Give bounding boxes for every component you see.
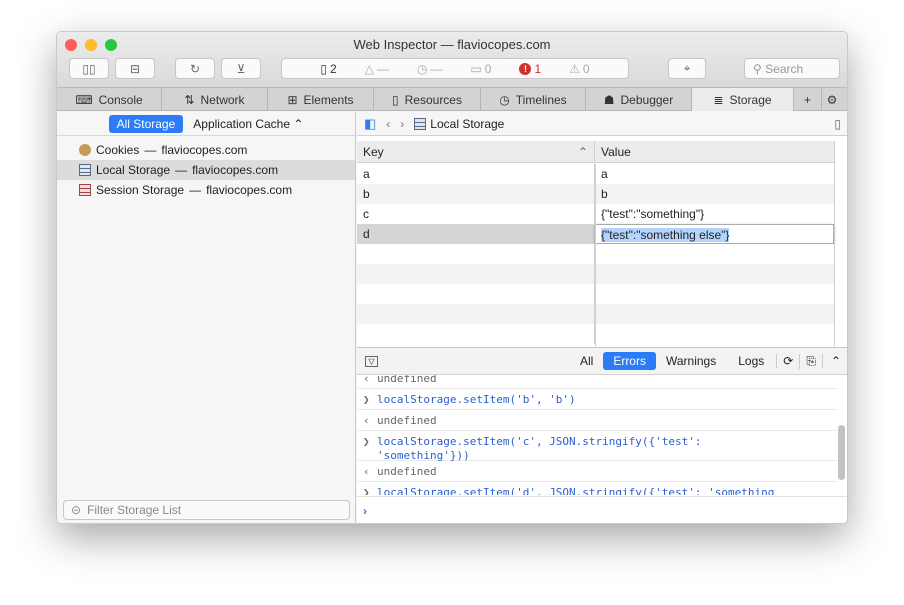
tab-timelines[interactable]: ◷ Timelines — [481, 88, 586, 111]
tab-console[interactable]: ⌨ Console — [57, 88, 162, 111]
tab-network[interactable]: ⇅ Network — [162, 88, 268, 111]
row-key: c — [357, 204, 595, 224]
sidebar-item-local-storage[interactable]: Local Storage — flaviocopes.com — [57, 160, 355, 180]
row-key: a — [357, 164, 595, 184]
storage-sidebar: All Storage Application Cache ⌃ Cookies … — [57, 112, 356, 523]
row-value: a — [601, 167, 608, 181]
sidebar-item-cookies[interactable]: Cookies — flaviocopes.com — [57, 140, 355, 160]
dock-bottom-icon: ⊟ — [129, 61, 141, 76]
elements-icon: ⊞ — [287, 92, 298, 107]
tab-bar: ⌨ Console ⇅ Network ⊞ Elements ▯ Resources ◷… — [57, 88, 847, 111]
reload-icon: ↻ — [189, 61, 201, 76]
settings-button[interactable]: ⚙ — [822, 88, 842, 111]
storage-icon: ≣ — [713, 92, 724, 107]
prompt-chevron-icon: ❯ — [363, 435, 370, 448]
collapse-console-icon[interactable]: ▽ — [365, 355, 378, 367]
tab-debugger[interactable]: ☗ Debugger — [586, 88, 692, 111]
error-icon: ! — [519, 62, 532, 75]
filter-logs-button[interactable]: Logs — [738, 354, 764, 368]
row-value: b — [601, 187, 608, 201]
debugger-icon: ☗ — [603, 92, 615, 107]
console-result-line: ‹ undefined — [357, 410, 837, 431]
cookie-icon — [79, 144, 91, 156]
console-filter-bar: ▽ All Errors Warnings Logs ⟳ ⎘ ⌃ — [357, 347, 847, 375]
web-inspector-window: Web Inspector — flaviocopes.com ▯▯ ⊟ ↻ ⊻… — [56, 31, 848, 524]
tab-elements[interactable]: ⊞ Elements — [268, 88, 374, 111]
plus-icon: + — [803, 92, 811, 107]
forward-icon[interactable]: › — [400, 117, 404, 131]
table-icon — [79, 164, 91, 176]
result-arrow-icon: ‹ — [363, 414, 370, 427]
breadcrumb[interactable]: Local Storage — [430, 117, 504, 131]
result-arrow-icon: ‹ — [363, 465, 370, 478]
chevron-updown-icon: ⌃ — [293, 116, 304, 131]
row-value: {"test":"something"} — [601, 207, 705, 221]
storage-content: ◧ ‹ › Local Storage ▯ Key ⌃ Value a a b b c {"… — [357, 112, 847, 523]
filter-errors-button[interactable]: Errors — [603, 352, 656, 370]
row-value-editor[interactable]: {"test":"something else"} — [595, 224, 834, 244]
log-icon: ▭ — [470, 61, 482, 76]
inspect-element-button[interactable]: ⌖ — [668, 58, 706, 79]
console-scrollbar[interactable] — [838, 425, 845, 480]
prompt-chevron-icon: ❯ — [363, 486, 370, 495]
title-bar: Web Inspector — flaviocopes.com ▯▯ ⊟ ↻ ⊻… — [57, 32, 847, 88]
download-icon: ⊻ — [236, 61, 246, 76]
value-column-header[interactable]: Value — [595, 141, 631, 162]
document-icon: ▯ — [320, 61, 328, 76]
tab-resources[interactable]: ▯ Resources — [374, 88, 481, 111]
filter-storage-input[interactable]: ⊝ Filter Storage List — [63, 500, 350, 520]
filter-all-button[interactable]: All — [580, 354, 593, 368]
dock-side-button[interactable]: ▯▯ — [69, 58, 109, 79]
key-column-header[interactable]: Key ⌃ — [357, 141, 595, 163]
console-input-line: ❯ localStorage.setItem('b', 'b') — [357, 389, 837, 410]
result-arrow-icon: ‹ — [363, 375, 370, 385]
filter-icon: ⊝ — [71, 503, 82, 517]
weight-icon: △ — [364, 61, 374, 76]
table-icon — [79, 184, 91, 196]
activity-dashboard[interactable]: ▯ 2 △ — ◷ — ▭ 0 ! 1 ⚠ 0 — [281, 58, 629, 79]
console-result-line: ‹ undefined — [357, 375, 837, 389]
reload-button[interactable]: ↻ — [175, 58, 215, 79]
network-icon: ⇅ — [184, 92, 195, 107]
console-input-line: ❯ localStorage.setItem('c', JSON.stringif… — [357, 431, 837, 462]
search-icon: ⚲ — [753, 61, 762, 76]
preserve-log-icon[interactable]: ⎘ — [799, 353, 822, 369]
download-button[interactable]: ⊻ — [221, 58, 261, 79]
row-key: d — [357, 224, 595, 244]
warning-icon: ⚠ — [569, 61, 580, 76]
tab-storage[interactable]: ≣ Storage — [692, 88, 794, 111]
expand-console-icon[interactable]: ⌃ — [821, 354, 847, 368]
table-icon — [414, 117, 427, 130]
console-prompt-input[interactable]: › — [357, 496, 847, 523]
crosshair-icon: ⌖ — [683, 61, 691, 75]
console-icon: ⌨ — [75, 92, 93, 107]
dock-bottom-button[interactable]: ⊟ — [115, 58, 155, 79]
timelines-icon: ◷ — [499, 92, 510, 107]
clock-icon: ◷ — [416, 61, 428, 76]
application-cache-button[interactable]: Application Cache ⌃ — [193, 117, 303, 131]
search-input[interactable]: ⚲ Search — [744, 58, 840, 79]
clear-log-icon[interactable]: ⟳ — [776, 354, 799, 368]
table-header: Key ⌃ Value — [357, 141, 834, 163]
sort-ascending-icon: ⌃ — [577, 145, 588, 159]
resources-icon: ▯ — [392, 92, 399, 107]
console-log: ‹ undefined ❯ localStorage.setItem('b', 'b'… — [357, 375, 847, 495]
new-tab-button[interactable]: + — [794, 88, 822, 111]
console-input-line: ❯ localStorage.setItem('d', JSON.stringif… — [357, 482, 837, 495]
toggle-sidebar-icon[interactable]: ◧ — [364, 116, 376, 132]
filter-warnings-button[interactable]: Warnings — [666, 354, 716, 368]
toggle-details-icon[interactable]: ▯ — [834, 117, 841, 131]
dock-side-icon: ▯▯ — [82, 61, 96, 76]
row-key: b — [357, 184, 595, 204]
sidebar-item-session-storage[interactable]: Session Storage — flaviocopes.com — [57, 180, 355, 200]
window-title: Web Inspector — flaviocopes.com — [353, 37, 551, 52]
back-icon[interactable]: ‹ — [386, 117, 390, 131]
prompt-chevron-icon: ❯ — [363, 393, 370, 406]
console-result-line: ‹ undefined — [357, 461, 837, 482]
all-storage-button[interactable]: All Storage — [108, 114, 184, 133]
gear-icon: ⚙ — [826, 92, 838, 107]
